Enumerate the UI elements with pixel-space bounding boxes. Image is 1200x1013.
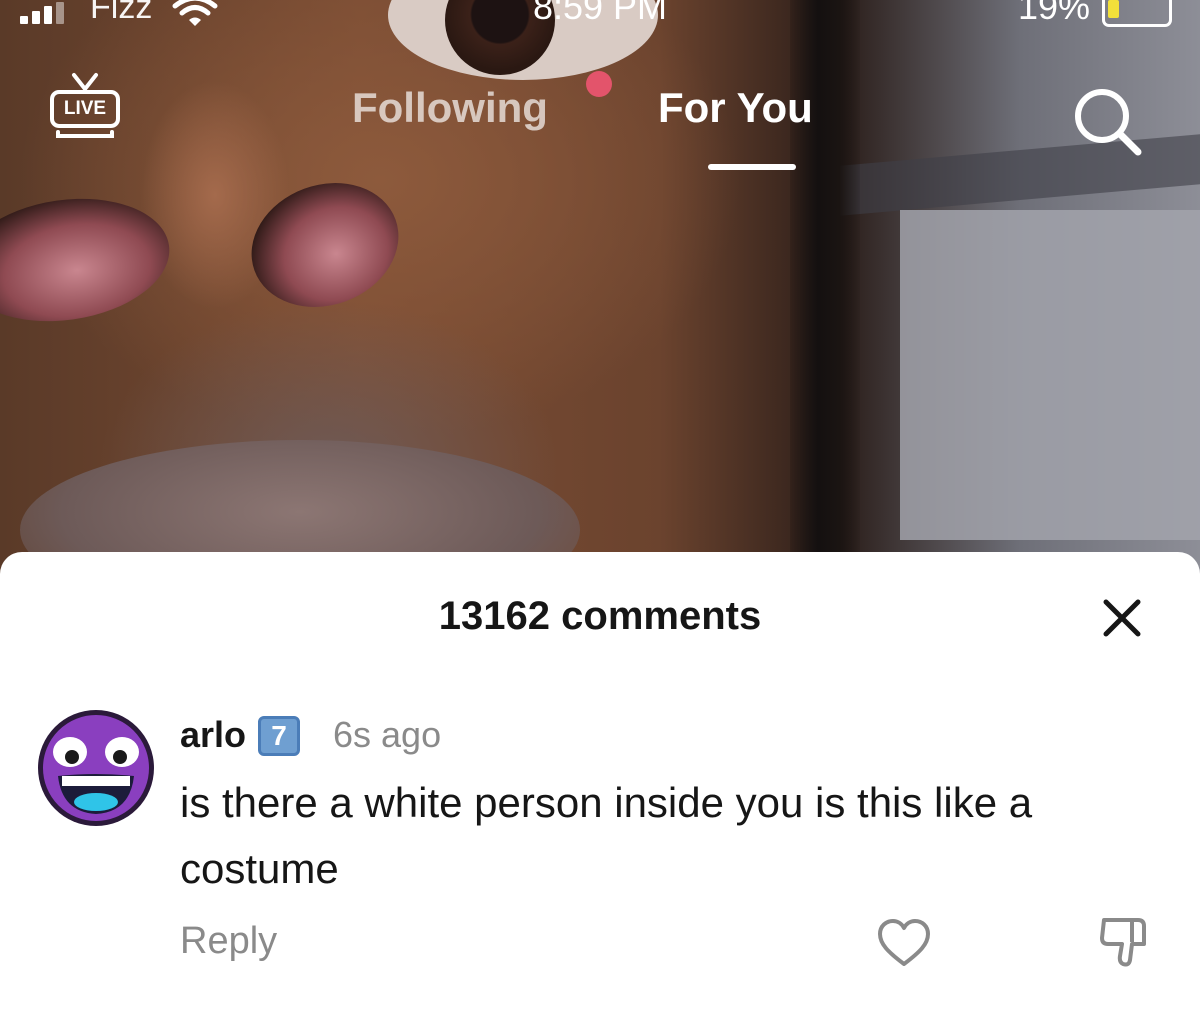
battery-percent: 19%	[1018, 0, 1091, 27]
active-tab-indicator	[708, 164, 796, 170]
grinning-face-avatar-icon	[39, 711, 153, 825]
comments-count: 13162 comments	[438, 594, 762, 638]
tv-stand-icon	[56, 130, 114, 138]
comment-timestamp: 6s ago	[333, 714, 442, 755]
status-bar: Fizz 8:59 PM 19%	[0, 0, 1200, 40]
video-detail	[900, 210, 1200, 540]
avatar[interactable]	[38, 710, 154, 826]
tab-following[interactable]: Following	[352, 84, 548, 132]
live-label: LIVE	[50, 90, 120, 128]
battery-level	[1108, 0, 1119, 18]
keycap-badge: 7	[258, 716, 300, 756]
reply-button[interactable]: Reply	[180, 920, 277, 963]
close-icon[interactable]	[1100, 596, 1144, 640]
comment-text: is there a white person inside you is th…	[180, 779, 1033, 892]
battery-icon	[1102, 0, 1172, 27]
tab-for-you[interactable]: For You	[658, 84, 813, 132]
notification-dot	[586, 71, 612, 97]
thumbs-down-icon[interactable]	[1098, 914, 1154, 970]
heart-icon[interactable]	[876, 918, 932, 968]
search-icon[interactable]	[1068, 82, 1148, 162]
live-button[interactable]: LIVE	[50, 72, 126, 150]
comments-sheet: 13162 comments arlo 7 6s ago is there a …	[0, 552, 1200, 1013]
tv-antenna-icon	[72, 73, 98, 92]
comment-username[interactable]: arlo	[180, 714, 246, 756]
